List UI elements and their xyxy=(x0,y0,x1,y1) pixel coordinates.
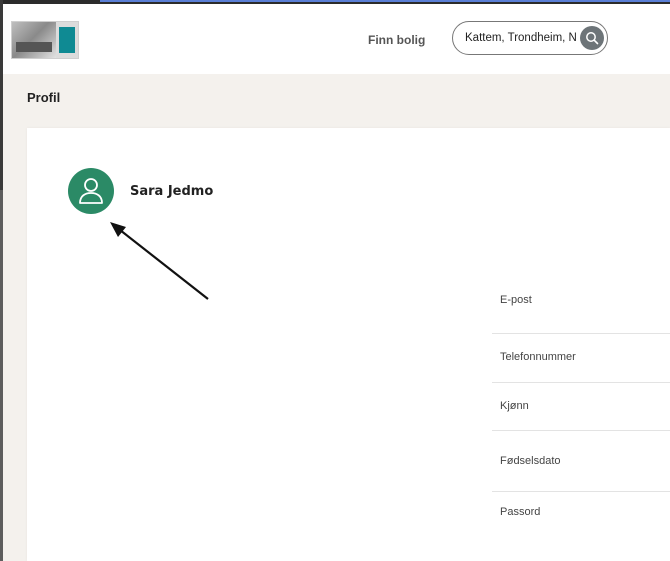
field-label-phone: Telefonnummer xyxy=(500,351,576,363)
user-name: Sara Jedmo xyxy=(130,184,214,199)
window-left-edge xyxy=(0,0,3,561)
site-logo[interactable] xyxy=(11,21,79,59)
field-label-email: E-post xyxy=(500,294,532,306)
field-divider xyxy=(492,491,670,492)
logo-panel xyxy=(59,27,75,53)
user-icon xyxy=(79,178,103,204)
window-accent-line xyxy=(100,0,670,2)
search-button[interactable] xyxy=(580,26,604,50)
field-label-gender: Kjønn xyxy=(500,400,529,412)
field-label-birthdate: Fødselsdato xyxy=(500,455,561,467)
avatar[interactable] xyxy=(68,168,114,214)
field-divider xyxy=(492,382,670,383)
search-box xyxy=(452,21,608,55)
field-divider xyxy=(492,430,670,431)
field-divider xyxy=(492,333,670,334)
logo-photo xyxy=(12,22,56,58)
field-label-password: Passord xyxy=(500,506,541,518)
search-icon xyxy=(586,32,599,45)
page-title: Profil xyxy=(27,90,61,105)
nav-link-finn-bolig[interactable]: Finn bolig xyxy=(368,33,425,47)
search-input[interactable] xyxy=(465,29,577,47)
profile-card xyxy=(27,128,670,561)
